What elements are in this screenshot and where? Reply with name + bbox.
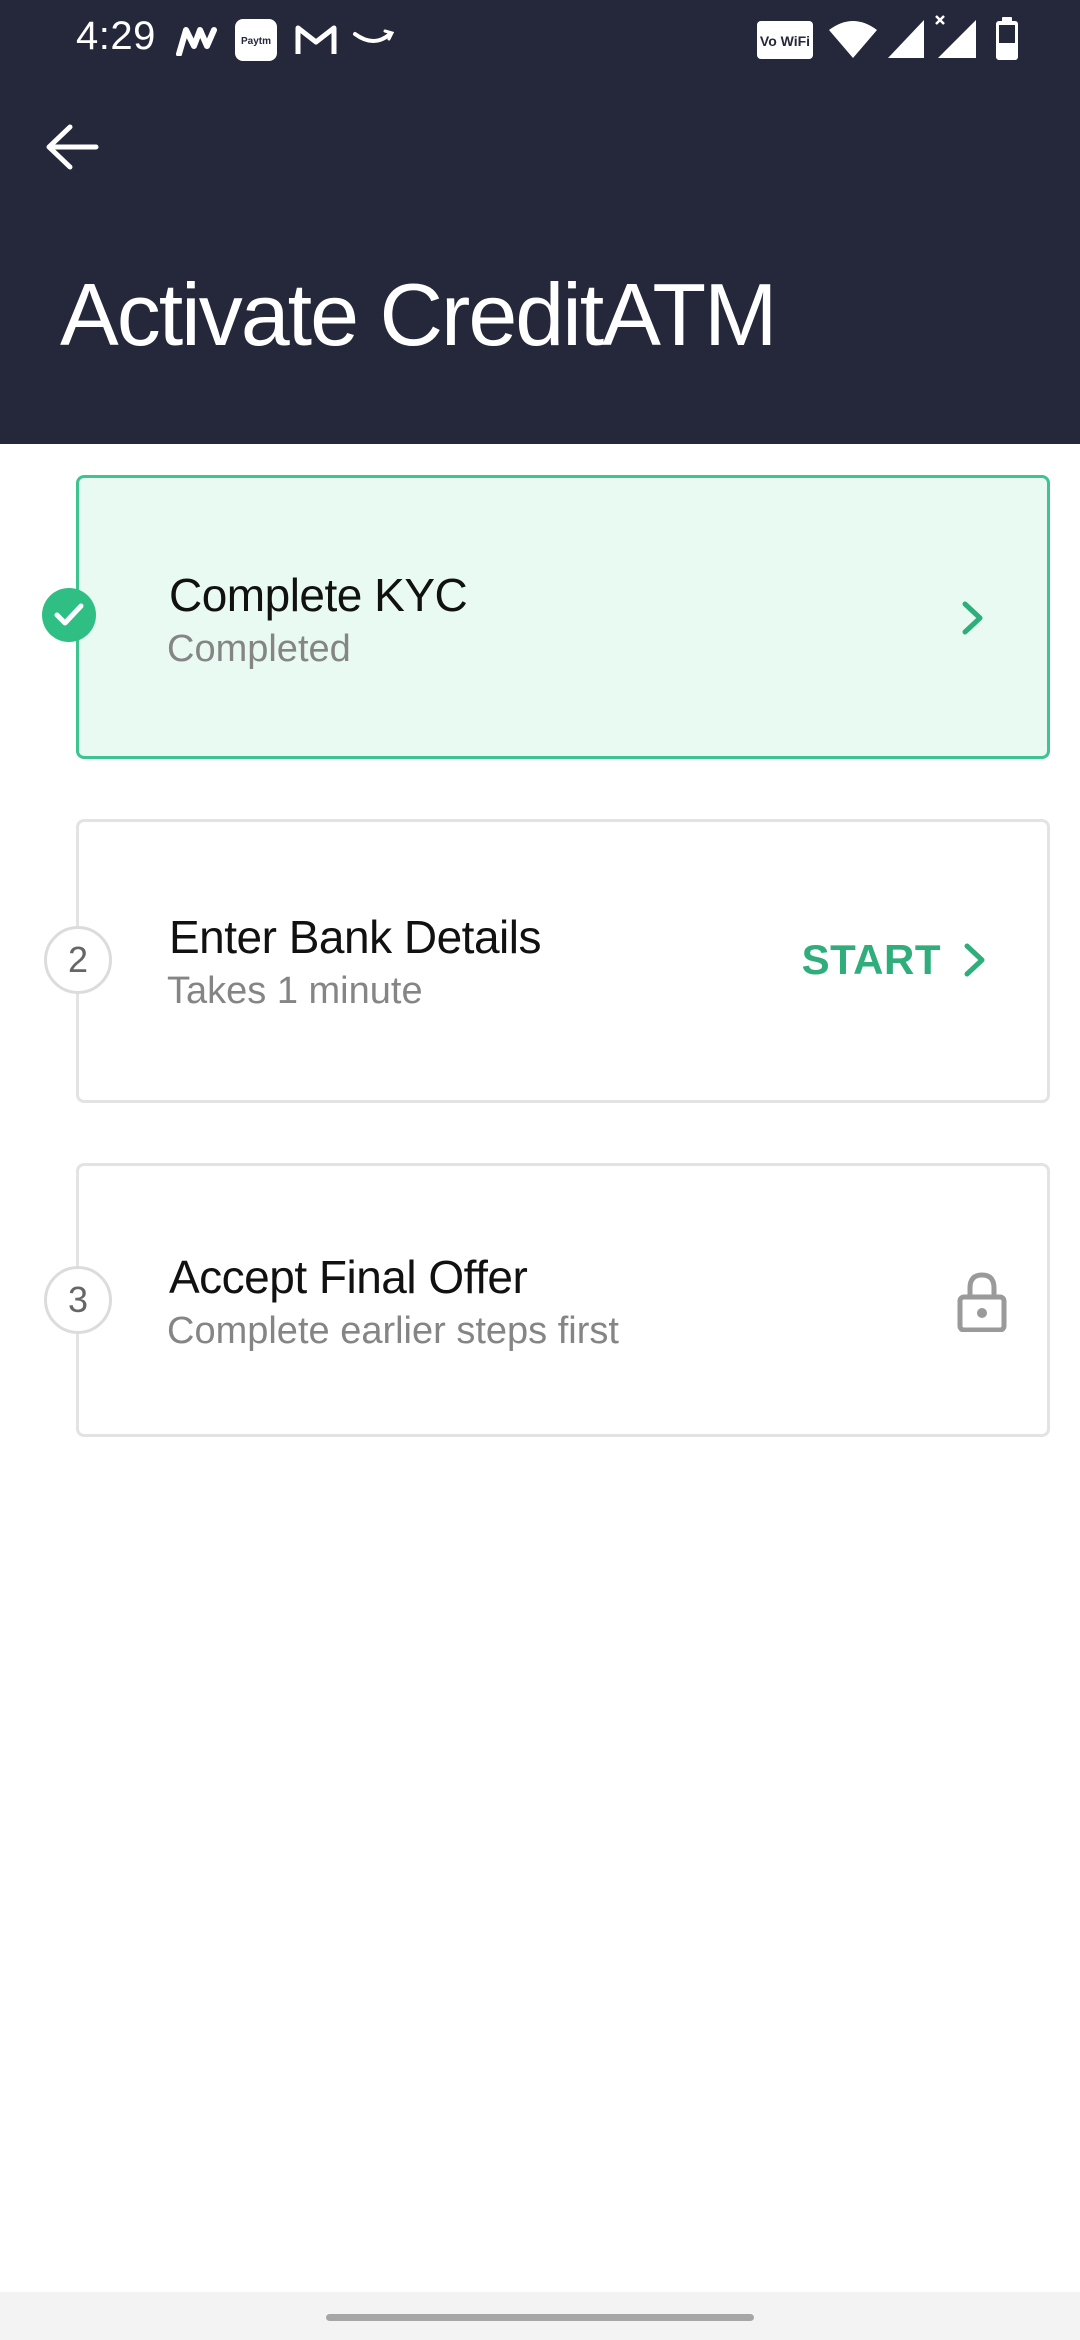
chevron-right-icon xyxy=(964,943,985,977)
step-title: Enter Bank Details xyxy=(169,911,541,963)
back-button[interactable] xyxy=(30,112,114,182)
check-icon xyxy=(42,588,96,642)
step-status: Completed xyxy=(167,628,351,670)
step-card-complete-kyc[interactable]: Complete KYC Completed xyxy=(76,475,1050,759)
page-title: Activate CreditATM xyxy=(60,265,777,364)
signal-x-icon xyxy=(935,15,976,58)
step-number-2: 2 xyxy=(44,926,112,994)
home-indicator[interactable] xyxy=(326,2314,754,2321)
step-title: Complete KYC xyxy=(169,569,468,621)
signal-icon xyxy=(888,20,924,58)
step-card-accept-final-offer[interactable]: Accept Final Offer Complete earlier step… xyxy=(76,1163,1050,1437)
start-label: START xyxy=(801,936,941,983)
step-number-3: 3 xyxy=(44,1266,112,1334)
svg-text:Paytm: Paytm xyxy=(241,36,271,47)
amazon-icon xyxy=(353,29,395,43)
step-hint: Takes 1 minute xyxy=(167,970,423,1012)
step-hint: Complete earlier steps first xyxy=(167,1310,619,1352)
svg-text:Vo WiFi: Vo WiFi xyxy=(760,33,810,49)
start-button[interactable]: START xyxy=(802,936,987,984)
back-arrow-icon xyxy=(46,124,99,170)
paytm-icon: Paytm xyxy=(235,19,277,61)
battery-icon xyxy=(996,17,1018,60)
status-time: 4:29 xyxy=(76,14,156,58)
chevron-right-icon[interactable] xyxy=(961,600,985,636)
wifi-icon xyxy=(829,21,877,58)
header: 4:29 Paytm Vo WiFi Activate CreditATM xyxy=(0,0,1080,444)
myntra-icon xyxy=(176,27,217,56)
status-bar: 4:29 Paytm Vo WiFi xyxy=(0,0,1080,80)
vowifi-icon: Vo WiFi xyxy=(757,21,813,59)
step-title: Accept Final Offer xyxy=(169,1251,528,1303)
gmail-icon xyxy=(295,25,337,54)
lock-icon xyxy=(957,1272,1007,1332)
step-card-enter-bank-details[interactable]: Enter Bank Details Takes 1 minute START xyxy=(76,819,1050,1103)
